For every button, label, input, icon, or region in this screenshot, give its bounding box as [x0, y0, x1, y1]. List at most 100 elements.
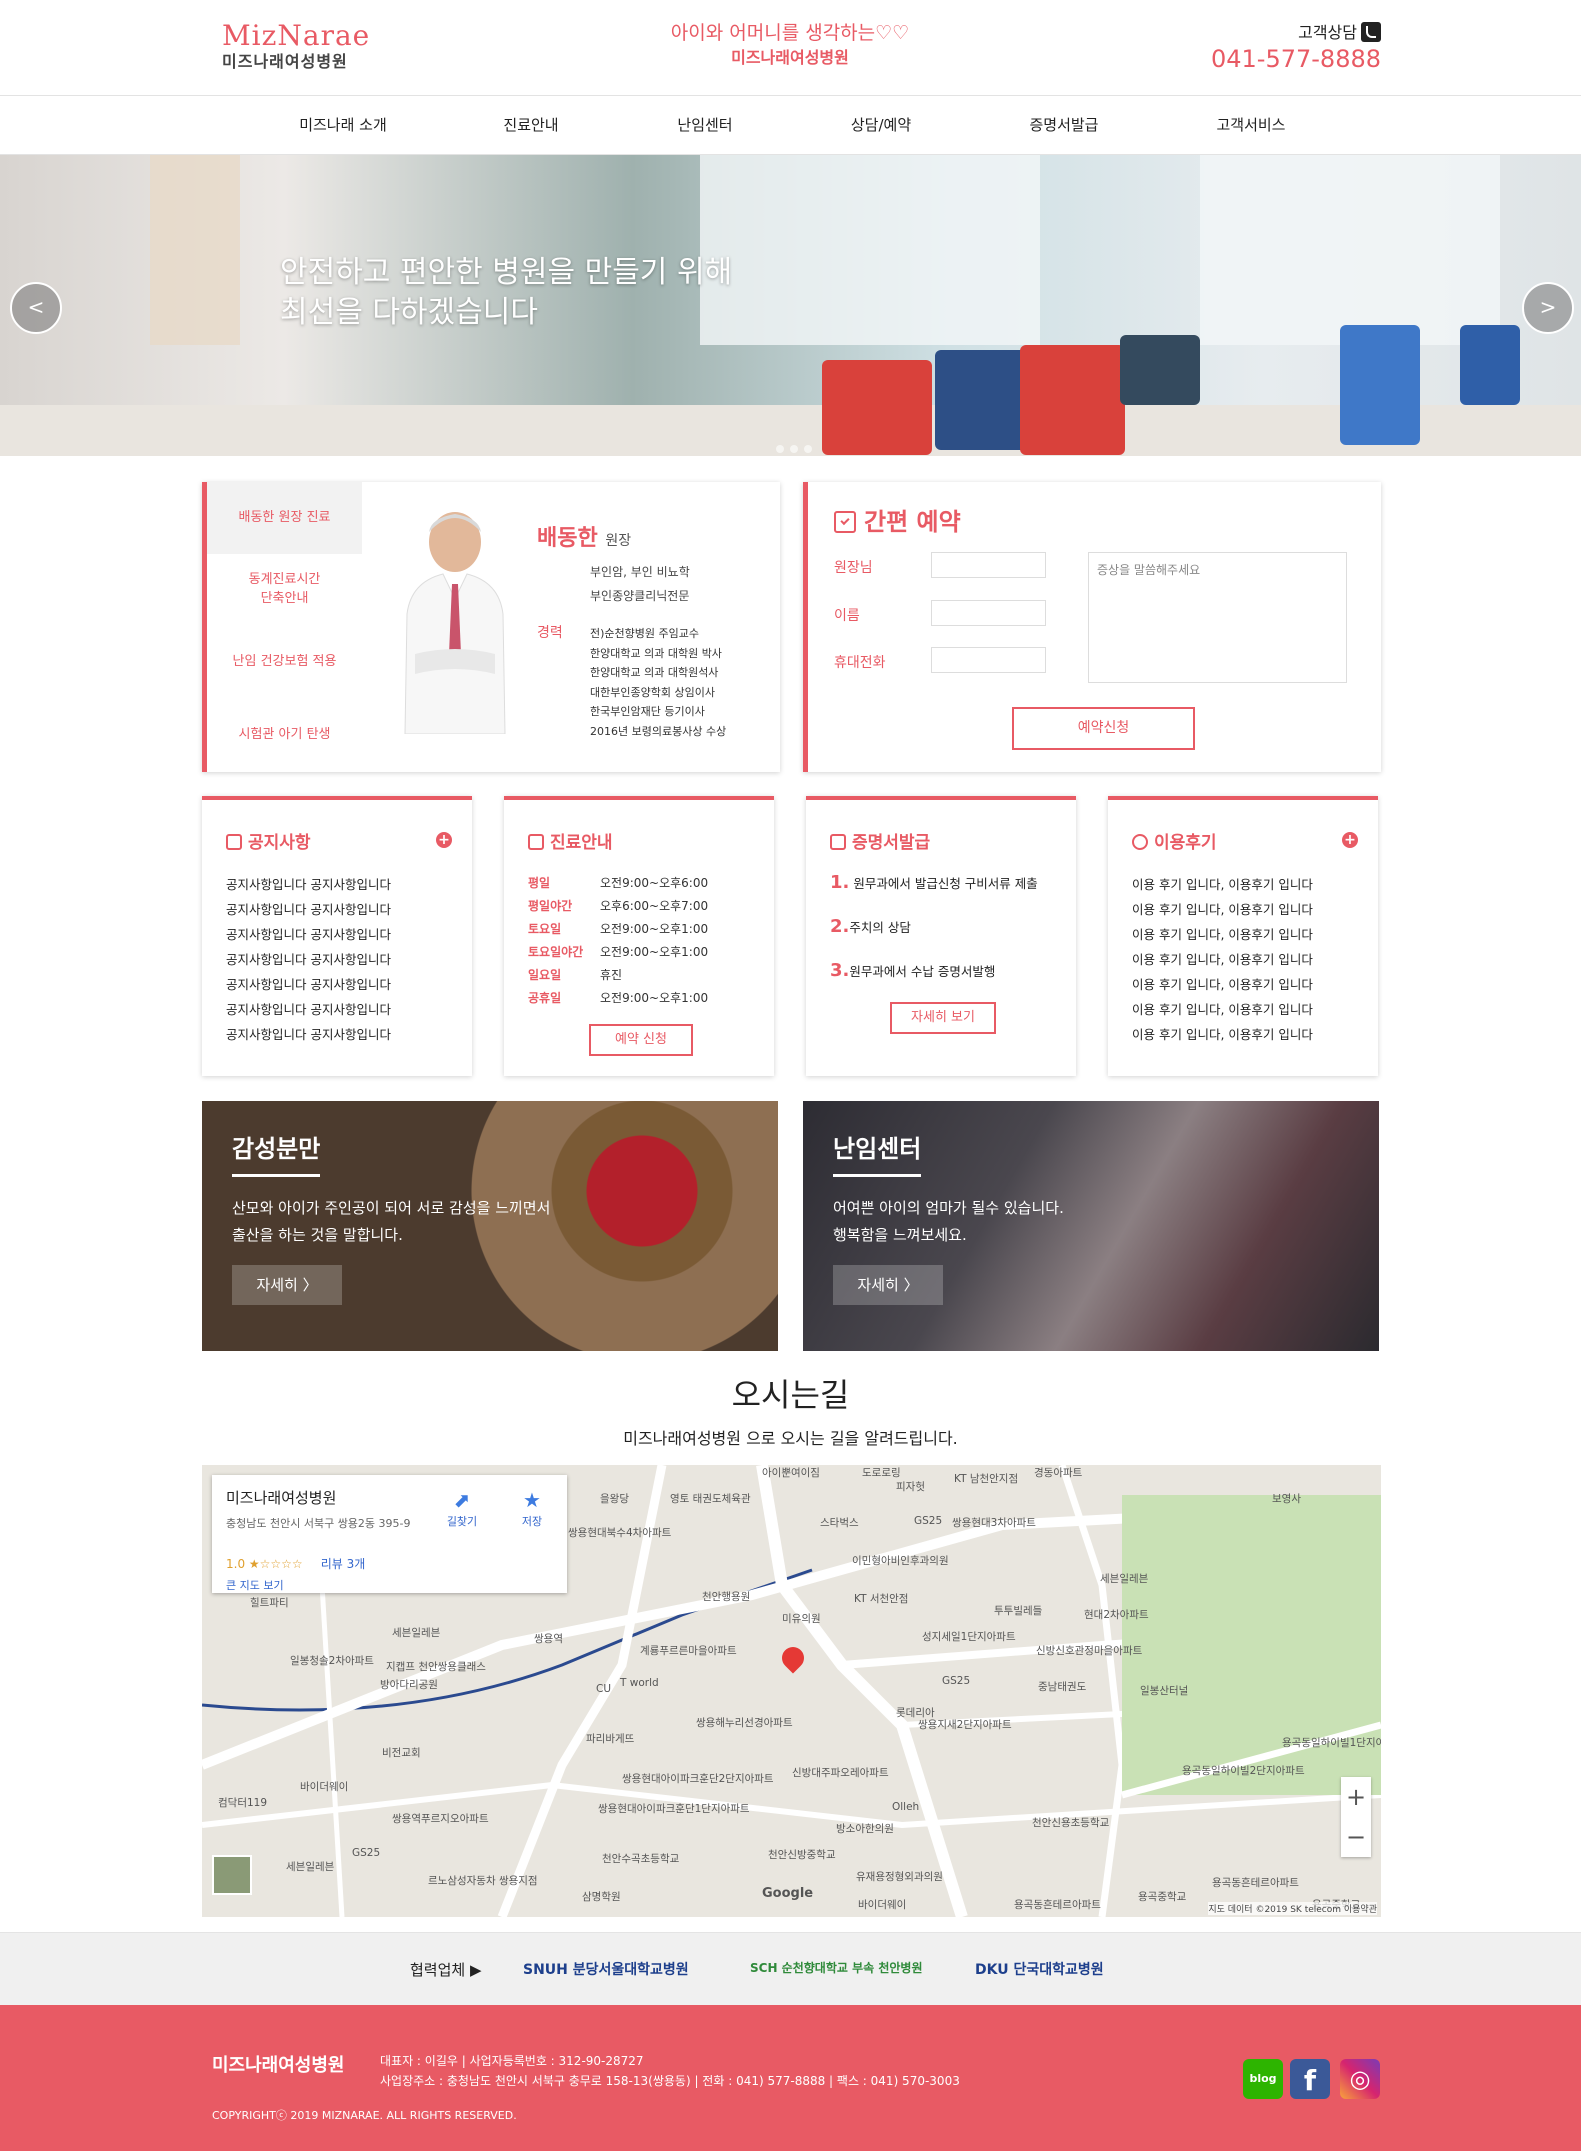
doctor-panel: 배동한 원장 진료 동계진료시간 단축안내 난임 건강보험 적용 시험관 아기 …	[202, 482, 780, 772]
main-nav: 미즈나래 소개 진료안내 난임센터 상담/예약 증명서발급 고객서비스	[0, 96, 1581, 155]
hero-dot[interactable]	[790, 445, 798, 453]
partner-dku[interactable]: DKU 단국대학교병원	[975, 1959, 1104, 1979]
promo-more-button[interactable]: 자세히 〉	[833, 1265, 943, 1305]
map-label: 중남태권도	[1038, 1681, 1087, 1693]
tab-winter-hours[interactable]: 동계진료시간 단축안내	[207, 570, 362, 608]
promo-desc-line: 어여쁜 아이의 엄마가 될수 있습니다.	[833, 1199, 1064, 1217]
hours-reserve-button[interactable]: 예약 신청	[589, 1024, 693, 1056]
doctor-role: 원장	[605, 533, 632, 549]
map-label: 아이뿐여이짐	[762, 1467, 820, 1479]
notice-more-button[interactable]: +	[436, 832, 452, 848]
list-item[interactable]: 공지사항입니다 공지사항입니다	[226, 897, 391, 922]
list-item[interactable]: 공지사항입니다 공지사항입니다	[226, 872, 391, 897]
list-item[interactable]: 이용 후기 입니다, 이용후기 입니다	[1132, 897, 1313, 922]
map-label: KT 서천안점	[854, 1593, 909, 1605]
map-label: 보영사	[1272, 1493, 1301, 1505]
map-attribution[interactable]: 지도 데이터 ©2019 SK telecom 이용약관	[1208, 1902, 1377, 1915]
hero-title-line1: 안전하고 편안한 병원을 만들기 위해	[280, 255, 733, 290]
footer-info-line: 대표자 : 이길우 | 사업자등록번호 : 312-90-28727	[380, 2054, 644, 2068]
hero-chair	[1340, 325, 1420, 445]
notice-list: 공지사항입니다 공지사항입니다 공지사항입니다 공지사항입니다 공지사항입니다 …	[226, 872, 391, 1047]
certificate-title: 증명서발급	[830, 828, 930, 853]
symptom-textarea[interactable]: 증상을 말씀해주세요	[1088, 552, 1347, 683]
star-icon: ★	[523, 1488, 541, 1512]
map-label: 쌍용현대아이파크훈단1단지아파트	[598, 1803, 750, 1815]
phone-icon	[1361, 22, 1381, 42]
career-item: 한양대학교 의과 대학원 박사	[590, 646, 722, 660]
certificate-detail-button[interactable]: 자세히 보기	[890, 1002, 996, 1034]
list-item[interactable]: 공지사항입니다 공지사항입니다	[226, 997, 391, 1022]
map-save-button[interactable]: ★ 저장	[510, 1487, 554, 1529]
hero-dot[interactable]	[776, 445, 784, 453]
nav-item-about[interactable]: 미즈나래 소개	[268, 96, 418, 154]
promo-title: 감성분만	[232, 1129, 321, 1177]
tab-ivf-birth[interactable]: 시험관 아기 탄생	[207, 725, 362, 744]
map-bigmap-link[interactable]: 큰 지도 보기	[226, 1577, 284, 1593]
site-logo[interactable]: MizNarae 미즈나래여성병원	[222, 20, 372, 82]
hero-dot[interactable]	[804, 445, 812, 453]
nav-item-service[interactable]: 고객서비스	[1176, 96, 1326, 154]
nav-item-certificate[interactable]: 증명서발급	[989, 96, 1139, 154]
list-item[interactable]: 공지사항입니다 공지사항입니다	[226, 1022, 391, 1047]
hours-title: 진료안내	[528, 828, 613, 853]
label-phone: 휴대전화	[834, 655, 886, 671]
google-logo: Google	[762, 1886, 814, 1901]
nav-item-consult[interactable]: 상담/예약	[806, 96, 956, 154]
map-label: 도로로링	[862, 1467, 901, 1479]
map-label: 삼명학원	[582, 1891, 621, 1903]
name-input[interactable]	[931, 600, 1046, 626]
list-item[interactable]: 공지사항입니다 공지사항입니다	[226, 947, 391, 972]
hero-bg-panel	[150, 155, 240, 345]
zoom-in-button[interactable]: +	[1341, 1777, 1371, 1817]
tab-insurance[interactable]: 난임 건강보험 적용	[207, 652, 362, 671]
map-label: GS25	[942, 1675, 971, 1687]
hero-next-button[interactable]: >	[1522, 282, 1574, 334]
reserve-submit-button[interactable]: 예약신청	[1012, 707, 1195, 750]
map-directions-button[interactable]: ⬈ 길찾기	[440, 1487, 484, 1529]
hero-prev-button[interactable]: <	[10, 282, 62, 334]
list-item[interactable]: 이용 후기 입니다, 이용후기 입니다	[1132, 872, 1313, 897]
list-item[interactable]: 이용 후기 입니다, 이용후기 입니다	[1132, 922, 1313, 947]
list-item[interactable]: 이용 후기 입니다, 이용후기 입니다	[1132, 947, 1313, 972]
map-label: 방소아한의원	[836, 1823, 894, 1835]
google-map[interactable]: 아이뿐여이짐 도로로링 KT 남천안지점 경동아파트 을왕당 영토 태권도체육관…	[202, 1465, 1381, 1917]
phone-input[interactable]	[931, 647, 1046, 673]
list-item[interactable]: 이용 후기 입니다, 이용후기 입니다	[1132, 1022, 1313, 1047]
logo-english: MizNarae	[222, 19, 371, 52]
hero-title-line2: 최선을 다하겠습니다	[280, 295, 538, 330]
map-label: 용곡동일하이빌1단지아파트	[1282, 1737, 1381, 1749]
nav-item-treatment[interactable]: 진료안내	[456, 96, 606, 154]
footer-info: 대표자 : 이길우 | 사업자등록번호 : 312-90-28727 사업장주소…	[380, 2051, 960, 2091]
notice-title: 공지사항	[226, 828, 311, 853]
map-rating: 1.0 ★☆☆☆☆ 리뷰 3개	[226, 1557, 366, 1571]
facebook-icon[interactable]: f	[1290, 2059, 1330, 2099]
instagram-icon[interactable]: ◎	[1340, 2059, 1380, 2099]
reviews-more-button[interactable]: +	[1342, 832, 1358, 848]
map-label: 쌍용해누리선경아파트	[696, 1717, 793, 1729]
doctor-input[interactable]	[931, 552, 1046, 578]
map-review-link[interactable]: 리뷰 3개	[321, 1557, 366, 1571]
map-place-address: 충청남도 천안시 서북구 쌍용2동 395-9	[226, 1517, 411, 1530]
list-item[interactable]: 이용 후기 입니다, 이용후기 입니다	[1132, 972, 1313, 997]
nav-item-fertility[interactable]: 난임센터	[630, 96, 780, 154]
tab-doctor[interactable]: 배동한 원장 진료	[207, 482, 362, 554]
calendar-check-icon	[834, 511, 856, 533]
map-satellite-toggle[interactable]	[212, 1855, 252, 1895]
hours-box: 진료안내 평일 오전9:00~오후6:00 평일야간 오후6:00~오후7:00 토…	[504, 796, 774, 1076]
promo-more-button[interactable]: 자세히 〉	[232, 1265, 342, 1305]
list-item[interactable]: 공지사항입니다 공지사항입니다	[226, 922, 391, 947]
partner-sch[interactable]: SCH 순천향대학교 부속 천안병원	[750, 1959, 950, 1976]
list-item[interactable]: 공지사항입니다 공지사항입니다	[226, 972, 391, 997]
zoom-out-button[interactable]: −	[1341, 1817, 1371, 1857]
map-label: 비전교회	[382, 1747, 421, 1759]
map-label: 경동아파트	[1034, 1467, 1083, 1479]
blog-icon[interactable]: blog	[1243, 2059, 1283, 2099]
map-label: 세븐일레븐	[1100, 1573, 1149, 1585]
map-label: 계룡푸르른마을아파트	[640, 1645, 737, 1657]
reservation-panel: 간편 예약 원장님 이름 휴대전화 증상을 말씀해주세요 예약신청	[803, 482, 1381, 772]
list-item[interactable]: 이용 후기 입니다, 이용후기 입니다	[1132, 997, 1313, 1022]
certificate-box: 증명서발급 1. 원무과에서 발급신청 구비서류 제출 2.주치의 상담 3.원…	[806, 796, 1076, 1076]
partner-snuh[interactable]: SNUH 분당서울대학교병원	[523, 1959, 689, 1979]
cs-phone-link[interactable]: 041-577-8888	[1211, 45, 1381, 73]
reviews-box: 이용후기 + 이용 후기 입니다, 이용후기 입니다 이용 후기 입니다, 이용…	[1108, 796, 1378, 1076]
